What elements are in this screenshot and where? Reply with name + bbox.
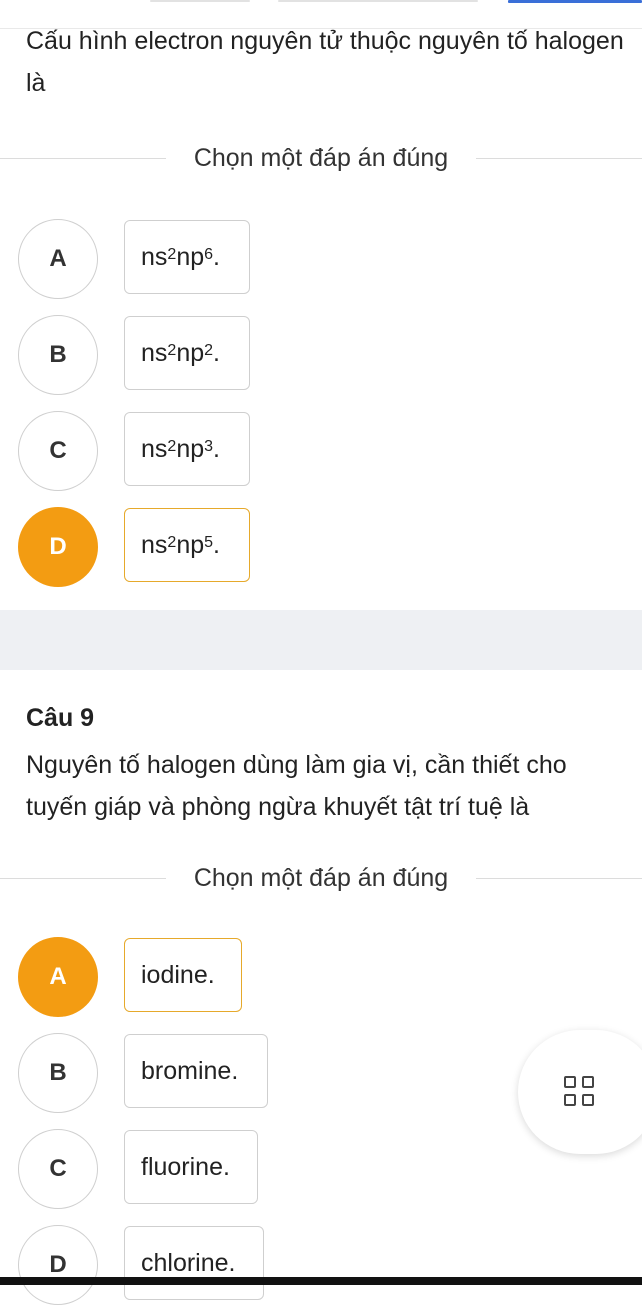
option-b[interactable]: B ns 2 np 2. [18,315,618,395]
tab-indicator[interactable] [278,0,478,2]
answer-text: ns [141,530,168,559]
answer-box[interactable]: ns 2 np 6. [124,220,250,294]
option-letter[interactable]: B [18,315,98,395]
option-letter-selected[interactable]: D [18,507,98,587]
option-letter[interactable]: B [18,1033,98,1113]
answer-box-selected[interactable]: ns 2 np 5. [124,508,250,582]
answer-text: . [213,434,220,463]
option-a[interactable]: A iodine. [18,937,618,1017]
answer-text: . [213,242,220,271]
answer-text: np [176,434,205,463]
answer-text: . [213,338,220,367]
option-d[interactable]: D chlorine. [18,1225,618,1305]
answer-box[interactable]: chlorine. [124,1226,264,1300]
answer-text: ns [141,242,168,271]
answer-box-selected[interactable]: iodine. [124,938,242,1012]
bottom-bar [0,1277,642,1285]
question-tab-bar [0,0,642,4]
option-a[interactable]: A ns 2 np 6. [18,219,618,299]
question-text: Nguyên tố halogen dùng làm gia vị, cần t… [26,751,567,821]
option-letter[interactable]: A [18,219,98,299]
answer-text: chlorine. [141,1248,236,1277]
option-letter[interactable]: C [18,411,98,491]
option-letter[interactable]: C [18,1129,98,1209]
answer-text: . [213,530,220,559]
answer-box[interactable]: ns 2 np 2. [124,316,250,390]
answer-box[interactable]: bromine. [124,1034,268,1108]
question-text: Cấu hình electron nguyên tử thuộc nguyên… [26,27,624,97]
option-c[interactable]: C fluorine. [18,1129,618,1209]
option-c[interactable]: C ns 2 np 3. [18,411,618,491]
answer-text: np [176,242,205,271]
answer-text: ns [141,434,168,463]
answer-text: fluorine. [141,1152,230,1181]
option-letter[interactable]: D [18,1225,98,1305]
answer-box[interactable]: ns 2 np 3. [124,412,250,486]
answer-text: ns [141,338,168,367]
question-number: Câu 9 [26,704,95,732]
answer-text: np [176,530,205,559]
answer-text: np [176,338,205,367]
instruction-row: Chọn một đáp án đúng [0,138,642,178]
tab-indicator[interactable] [150,0,250,2]
option-letter-selected[interactable]: A [18,937,98,1017]
tab-indicator-active[interactable] [508,0,642,3]
instruction-text: Chọn một đáp án đúng [165,144,477,172]
answer-text: bromine. [141,1056,239,1085]
option-d[interactable]: D ns 2 np 5. [18,507,618,587]
section-separator [0,610,642,670]
instruction-row: Chọn một đáp án đúng [0,858,642,898]
answer-box[interactable]: fluorine. [124,1130,258,1204]
grid-icon [564,1076,598,1110]
question-grid-button[interactable] [518,1030,642,1154]
answer-text: iodine. [141,960,215,989]
instruction-text: Chọn một đáp án đúng [165,864,477,892]
